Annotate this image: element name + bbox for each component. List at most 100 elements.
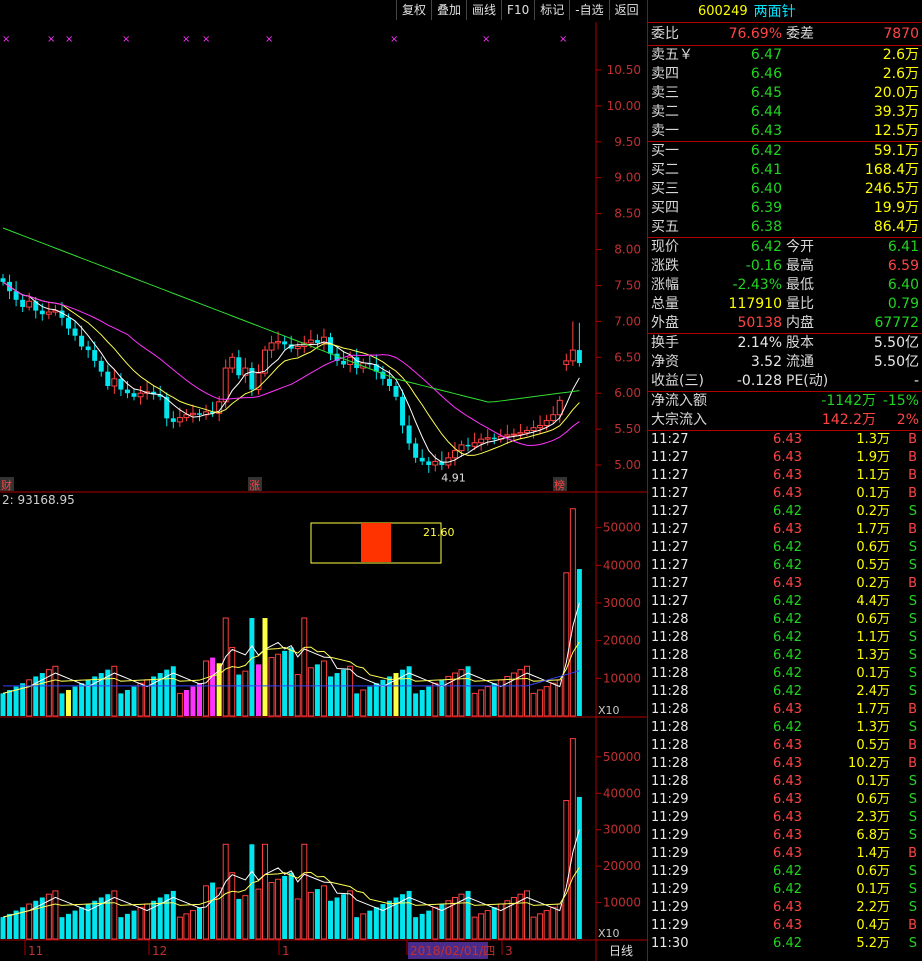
tick-row[interactable]: 11:27 6.42 0.5万 S	[648, 557, 922, 575]
tick-row[interactable]: 11:29 6.43 2.3万 S	[648, 809, 922, 827]
tick-row[interactable]: 11:30 6.42 5.2万 S	[648, 935, 922, 953]
fund-value2: 5.50亿	[873, 354, 919, 370]
book-label: 买二	[651, 162, 679, 178]
volume-bar	[314, 889, 320, 939]
quote-label2: 内盘	[786, 315, 814, 331]
tick-row[interactable]: 11:27 6.43 1.9万 B	[648, 449, 922, 467]
book-price: 6.44	[750, 104, 782, 120]
candle-body	[419, 457, 425, 462]
stock-name: 两面针	[753, 4, 796, 20]
quote-label: 外盘	[651, 315, 679, 331]
tick-row[interactable]: 11:29 6.42 0.1万 S	[648, 881, 922, 899]
volume-bar	[432, 906, 439, 940]
bid-row[interactable]: 买四 6.39 19.9万	[648, 199, 922, 218]
tick-row[interactable]: 11:27 6.42 0.6万 S	[648, 539, 922, 557]
book-volume: 2.6万	[882, 66, 919, 82]
tick-row[interactable]: 11:29 6.43 0.4万 B	[648, 917, 922, 935]
tick-row[interactable]: 11:29 6.43 1.4万 B	[648, 845, 922, 863]
volume-bar	[229, 872, 236, 940]
volume-bar	[0, 693, 6, 716]
book-price: 6.38	[750, 219, 782, 235]
tick-volume: 0.4万	[856, 918, 890, 933]
tick-time: 11:30	[651, 936, 689, 951]
tick-row[interactable]: 11:28 6.42 2.4万 S	[648, 683, 922, 701]
ask-row[interactable]: 卖五￥ 6.47 2.6万	[648, 46, 922, 65]
tick-list[interactable]: 11:27 6.43 1.3万 B 11:27 6.43 1.9万 B 11:27 6.43 1.1…	[648, 431, 922, 953]
volume-bar	[360, 689, 367, 717]
toolbar-button-0[interactable]: 复权	[396, 0, 431, 20]
tick-volume: 1.9万	[856, 450, 890, 465]
tick-time: 11:29	[651, 882, 689, 897]
toolbar-button-2[interactable]: 画线	[466, 0, 501, 20]
tick-price: 6.42	[773, 936, 802, 951]
tick-row[interactable]: 11:27 6.43 1.1万 B	[648, 467, 922, 485]
volume-bar	[354, 693, 360, 716]
tick-row[interactable]: 11:29 6.42 0.6万 S	[648, 863, 922, 881]
tick-row[interactable]: 11:29 6.43 2.2万 S	[648, 899, 922, 917]
tick-row[interactable]: 11:27 6.42 4.4万 S	[648, 593, 922, 611]
tick-row[interactable]: 11:27 6.43 1.7万 B	[648, 521, 922, 539]
quote-value: 50138	[737, 315, 782, 331]
tick-volume: 0.2万	[856, 576, 890, 591]
tick-row[interactable]: 11:27 6.42 0.2万 S	[648, 503, 922, 521]
volume-bar	[413, 917, 419, 939]
candle-body	[451, 450, 458, 459]
ask-row[interactable]: 卖四 6.46 2.6万	[648, 65, 922, 84]
volume-bar	[484, 910, 491, 940]
volume-tick-label: 10000	[603, 671, 641, 685]
bid-row[interactable]: 买五 6.38 86.4万	[648, 218, 922, 237]
quote-row: 涨跌 -0.16 最高 6.59	[648, 257, 922, 276]
kline-chart[interactable]: 10.50 10.00 9.50 9.00 8.50 8.00 7.50 7.00 6.50 6.…	[0, 0, 647, 961]
price-tick-label: 6.00	[614, 386, 641, 400]
tick-row[interactable]: 11:28 6.42 1.3万 S	[648, 647, 922, 665]
tick-row[interactable]: 11:29 6.43 6.8万 S	[648, 827, 922, 845]
tick-row[interactable]: 11:28 6.42 0.1万 S	[648, 665, 922, 683]
tick-row[interactable]: 11:28 6.43 0.1万 S	[648, 773, 922, 791]
tick-row[interactable]: 11:28 6.42 1.3万 S	[648, 719, 922, 737]
tick-side: S	[908, 648, 917, 663]
volume-bar	[328, 900, 333, 939]
candle-body	[307, 339, 314, 344]
bid-row[interactable]: 买二 6.41 168.4万	[648, 161, 922, 180]
candle-body	[85, 346, 91, 351]
ask-row[interactable]: 卖一 6.43 12.5万	[648, 122, 922, 141]
book-volume: 2.6万	[882, 47, 919, 63]
toolbar-button-4[interactable]: 标记	[534, 0, 569, 20]
toolbar-button-6[interactable]: 返回	[608, 0, 644, 20]
toolbar-button-1[interactable]: 叠加	[431, 0, 466, 20]
candle-body	[426, 461, 432, 465]
ask-row[interactable]: 卖三 6.45 20.0万	[648, 84, 922, 103]
tick-row[interactable]: 11:28 6.42 1.1万 S	[648, 629, 922, 647]
tick-price: 6.43	[773, 522, 802, 537]
tick-volume: 2.3万	[856, 810, 890, 825]
tick-side: S	[908, 900, 917, 915]
tick-row[interactable]: 11:27 6.43 0.2万 B	[648, 575, 922, 593]
quote-value2: 6.41	[887, 239, 919, 255]
tick-row[interactable]: 11:28 6.43 0.5万 B	[648, 737, 922, 755]
tick-time: 11:29	[651, 864, 689, 879]
tick-time: 11:28	[651, 612, 689, 627]
volume-bar	[210, 657, 216, 716]
book-volume: 86.4万	[873, 219, 919, 235]
tick-row[interactable]: 11:28 6.42 0.6万 S	[648, 611, 922, 629]
bid-row[interactable]: 买一 6.42 59.1万	[648, 142, 922, 161]
tick-row[interactable]: 11:27 6.43 0.1万 B	[648, 485, 922, 503]
bid-row[interactable]: 买三 6.40 246.5万	[648, 180, 922, 199]
event-marker: ×	[265, 34, 273, 45]
volume-bar	[268, 657, 275, 717]
toolbar-button-3[interactable]: F10	[501, 0, 534, 20]
tick-row[interactable]: 11:27 6.43 1.3万 B	[648, 431, 922, 449]
quote-row: 现价 6.42 今开 6.41	[648, 238, 922, 257]
ask-row[interactable]: 卖二 6.44 39.3万	[648, 103, 922, 122]
tick-price: 6.42	[773, 612, 802, 627]
tick-row[interactable]: 11:28 6.43 1.7万 B	[648, 701, 922, 719]
volume-bar	[236, 674, 242, 716]
tick-volume: 1.7万	[856, 702, 890, 717]
toolbar-button-5[interactable]: -自选	[569, 0, 608, 20]
quote-label: 涨跌	[651, 258, 679, 274]
tick-row[interactable]: 11:28 6.43 10.2万 B	[648, 755, 922, 773]
volume-bar	[13, 910, 19, 939]
tick-time: 11:27	[651, 540, 689, 555]
fund-value2: -	[913, 373, 919, 389]
tick-row[interactable]: 11:29 6.43 0.6万 S	[648, 791, 922, 809]
